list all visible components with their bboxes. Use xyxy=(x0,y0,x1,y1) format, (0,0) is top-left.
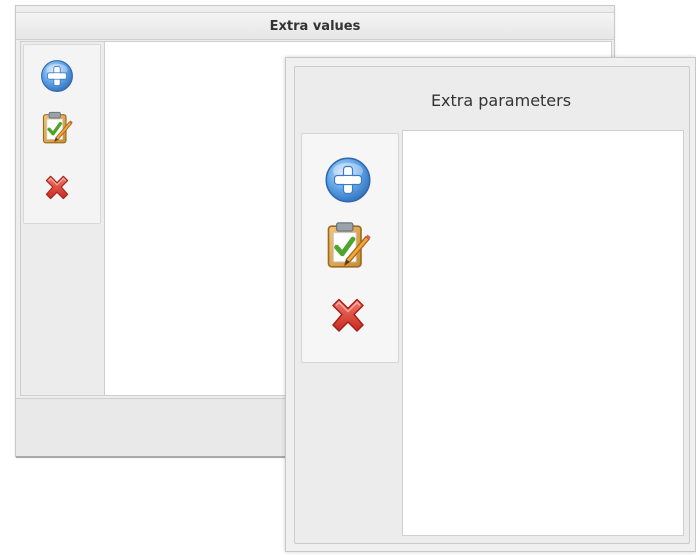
add-icon[interactable] xyxy=(324,156,372,204)
extra-parameters-list[interactable] xyxy=(402,130,684,536)
extra-parameters-panel: Extra parameters xyxy=(285,57,696,552)
extra-values-toolbar xyxy=(23,44,101,224)
delete-icon[interactable] xyxy=(40,171,74,205)
delete-icon[interactable] xyxy=(324,292,372,340)
clipboard-edit-icon[interactable] xyxy=(322,218,374,270)
extra-parameters-toolbar xyxy=(301,133,399,363)
extra-parameters-frame: Extra parameters xyxy=(294,66,690,544)
extra-values-title: Extra values xyxy=(16,12,614,40)
add-icon[interactable] xyxy=(40,59,74,93)
extra-parameters-title: Extra parameters xyxy=(430,91,572,110)
clipboard-edit-icon[interactable] xyxy=(39,109,75,145)
